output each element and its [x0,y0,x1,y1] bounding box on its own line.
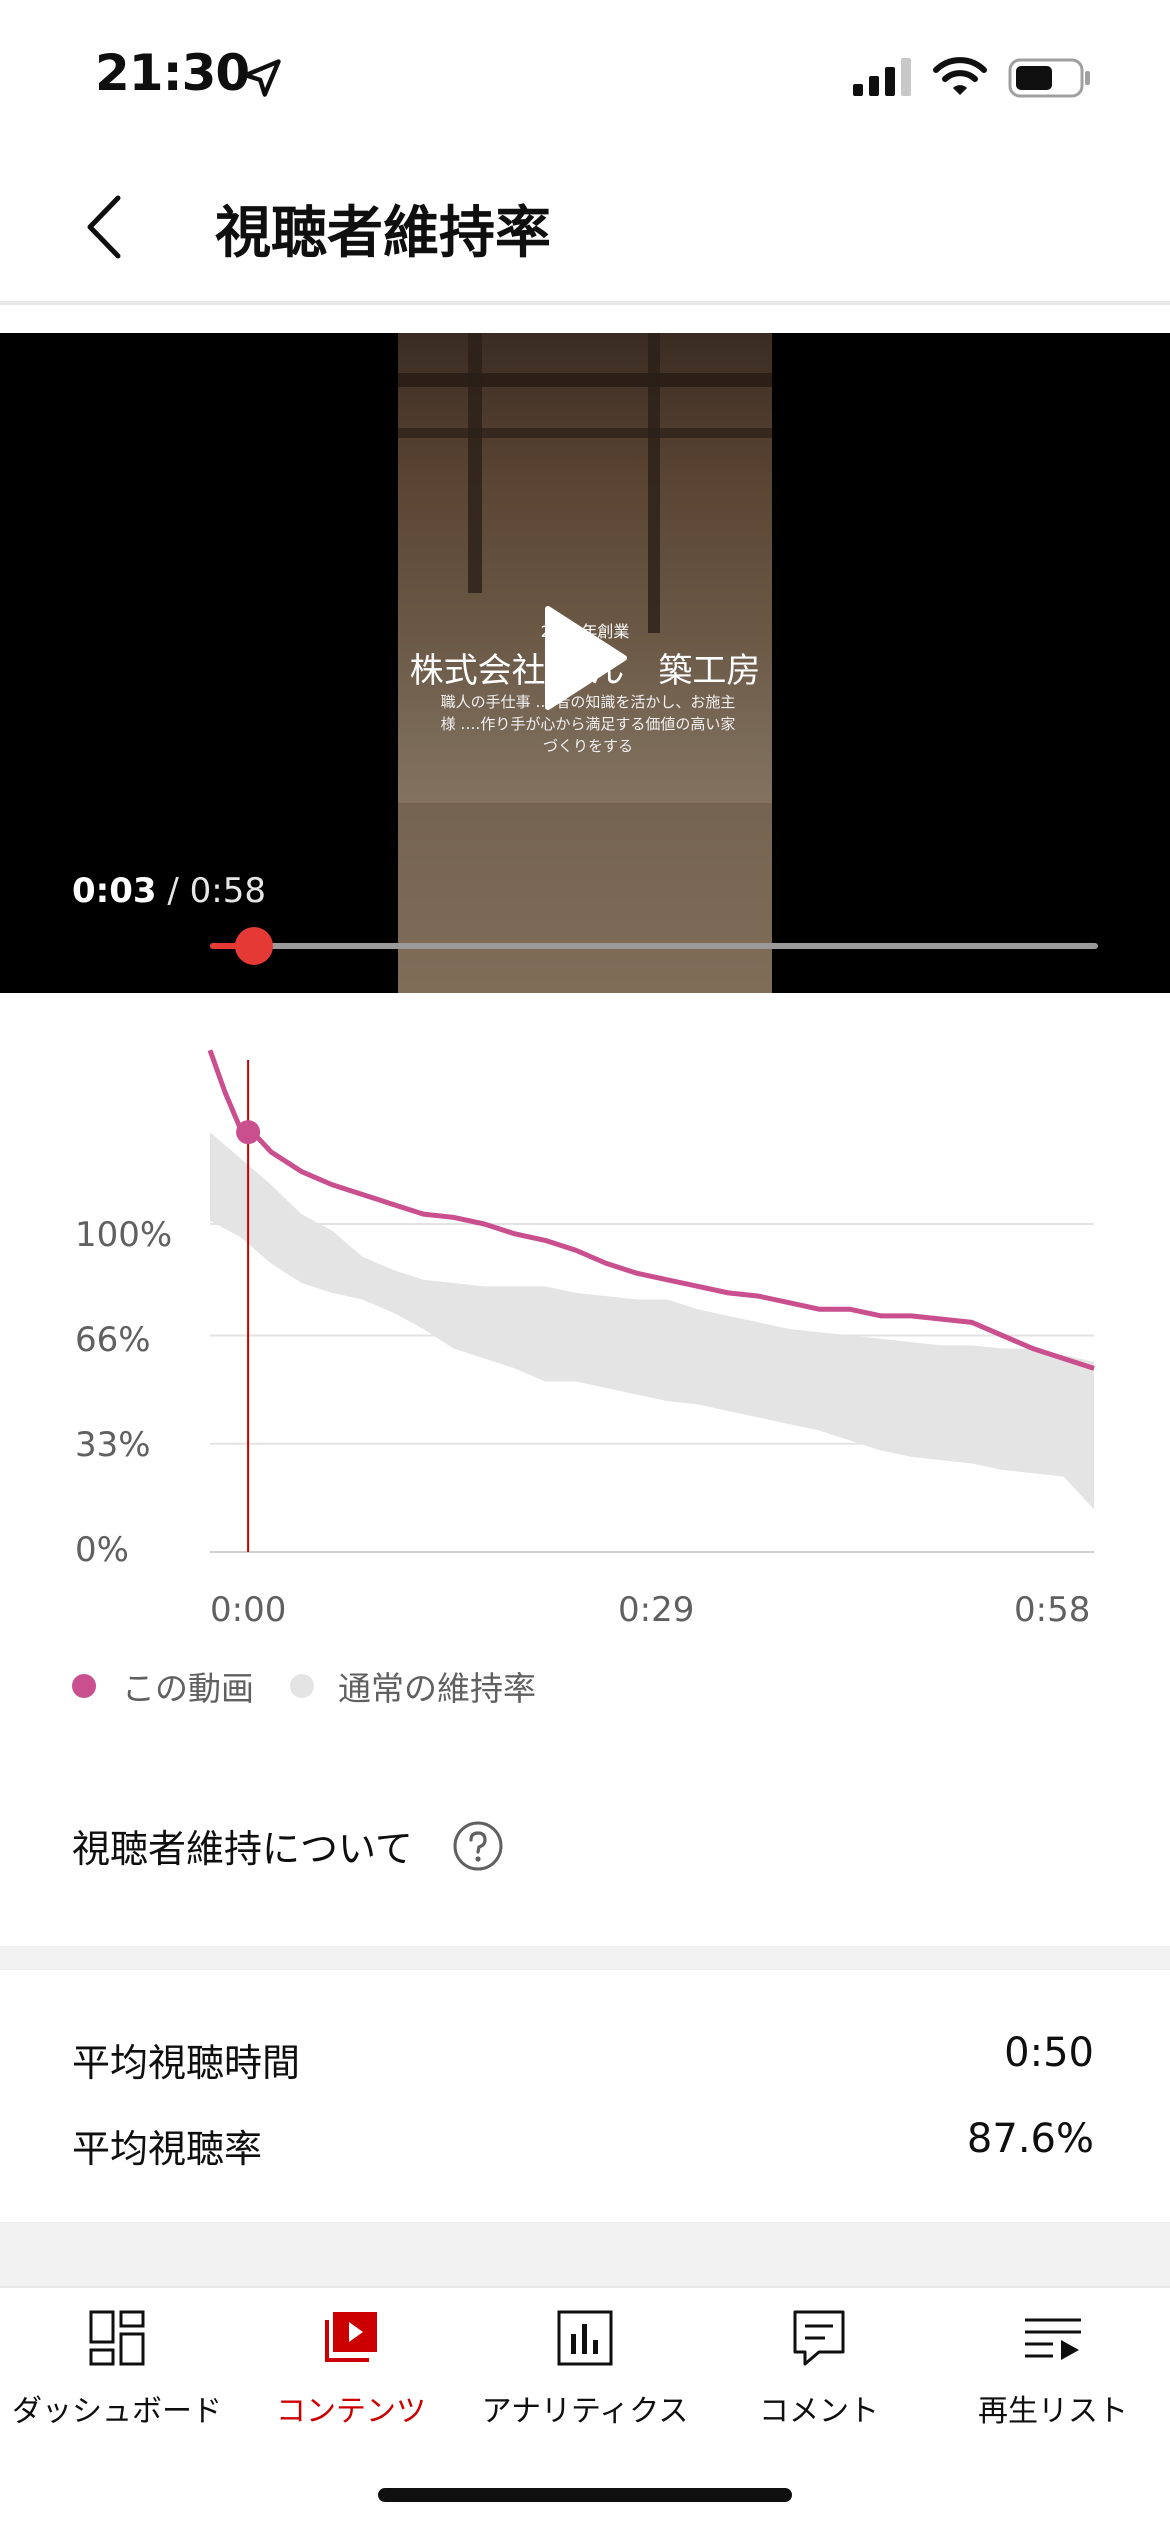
help-icon[interactable] [452,1820,504,1872]
section-divider [0,2222,1170,2286]
x-tick-label: 0:58 [1014,1590,1091,1630]
play-icon[interactable] [540,603,630,713]
avg-percentage-viewed-label: 平均視聴率 [72,2127,263,2171]
progress-scrubber[interactable] [235,927,274,965]
wifi-icon [933,57,987,95]
back-arrow-icon[interactable] [80,192,130,262]
legend-label: 通常の維持率 [338,1669,536,1708]
legend-swatch [72,1674,96,1698]
status-bar: 21:30 [0,0,1170,150]
y-tick-label: 33% [75,1425,151,1465]
playhead-point [236,1120,261,1145]
nav-label: コメント [759,2394,879,2429]
nav-label: ダッシュボード [12,2394,222,2429]
video-time: 0:03 / 0:58 [72,871,266,911]
playlist-icon [1025,2318,1081,2360]
comment-icon [793,2310,845,2366]
page-title: 視聴者維持率 [215,201,551,266]
dashboard-icon [89,2310,145,2366]
analytics-icon [557,2310,613,2366]
app-header: 視聴者維持率 [0,150,1170,305]
duration: 0:58 [189,871,267,911]
y-tick-label: 100% [75,1215,173,1255]
nav-label: コンテンツ [276,2394,426,2429]
section-divider [0,1946,1170,1970]
current-time: 0:03 [72,871,157,911]
nav-label: 再生リスト [978,2394,1128,2429]
x-tick-label: 0:00 [210,1590,287,1630]
legend-label: この動画 [122,1669,254,1708]
legend-swatch [290,1674,314,1698]
video-progress-bar[interactable] [210,927,1098,965]
nav-dashboard[interactable]: ダッシュボード [0,2288,234,2458]
content-icon [325,2312,377,2362]
nav-playlists[interactable]: 再生リスト [936,2288,1170,2458]
nav-content[interactable]: コンテンツ [234,2288,468,2458]
location-arrow-icon [243,59,281,97]
avg-view-duration-label: 平均視聴時間 [72,2041,301,2085]
legend-item-typical-retention: 通常の維持率 [290,1662,536,1710]
battery-icon [1008,58,1090,98]
home-indicator [378,2488,792,2502]
nav-analytics[interactable]: アナリティクス [468,2288,702,2458]
y-tick-label: 66% [75,1320,151,1360]
time-separator: / [156,871,190,911]
x-tick-label: 0:29 [618,1590,695,1630]
video-player[interactable]: 2020年創業 株式会社 なん 築工房 職人の手仕事 ‥‥者の知識を活かし、お施… [0,333,1170,993]
status-time: 21:30 [95,44,250,102]
y-tick-label: 0% [75,1530,129,1570]
nav-comments[interactable]: コメント [702,2288,936,2458]
about-retention-label[interactable]: 視聴者維持について [72,1818,413,1873]
avg-percentage-viewed-value: 87.6% [966,2116,1094,2162]
nav-label: アナリティクス [481,2394,689,2429]
cellular-signal-icon [853,58,911,96]
avg-view-duration-value: 0:50 [1004,2030,1094,2076]
legend-item-this-video: この動画 [72,1662,254,1710]
retention-chart [207,1049,1095,1553]
